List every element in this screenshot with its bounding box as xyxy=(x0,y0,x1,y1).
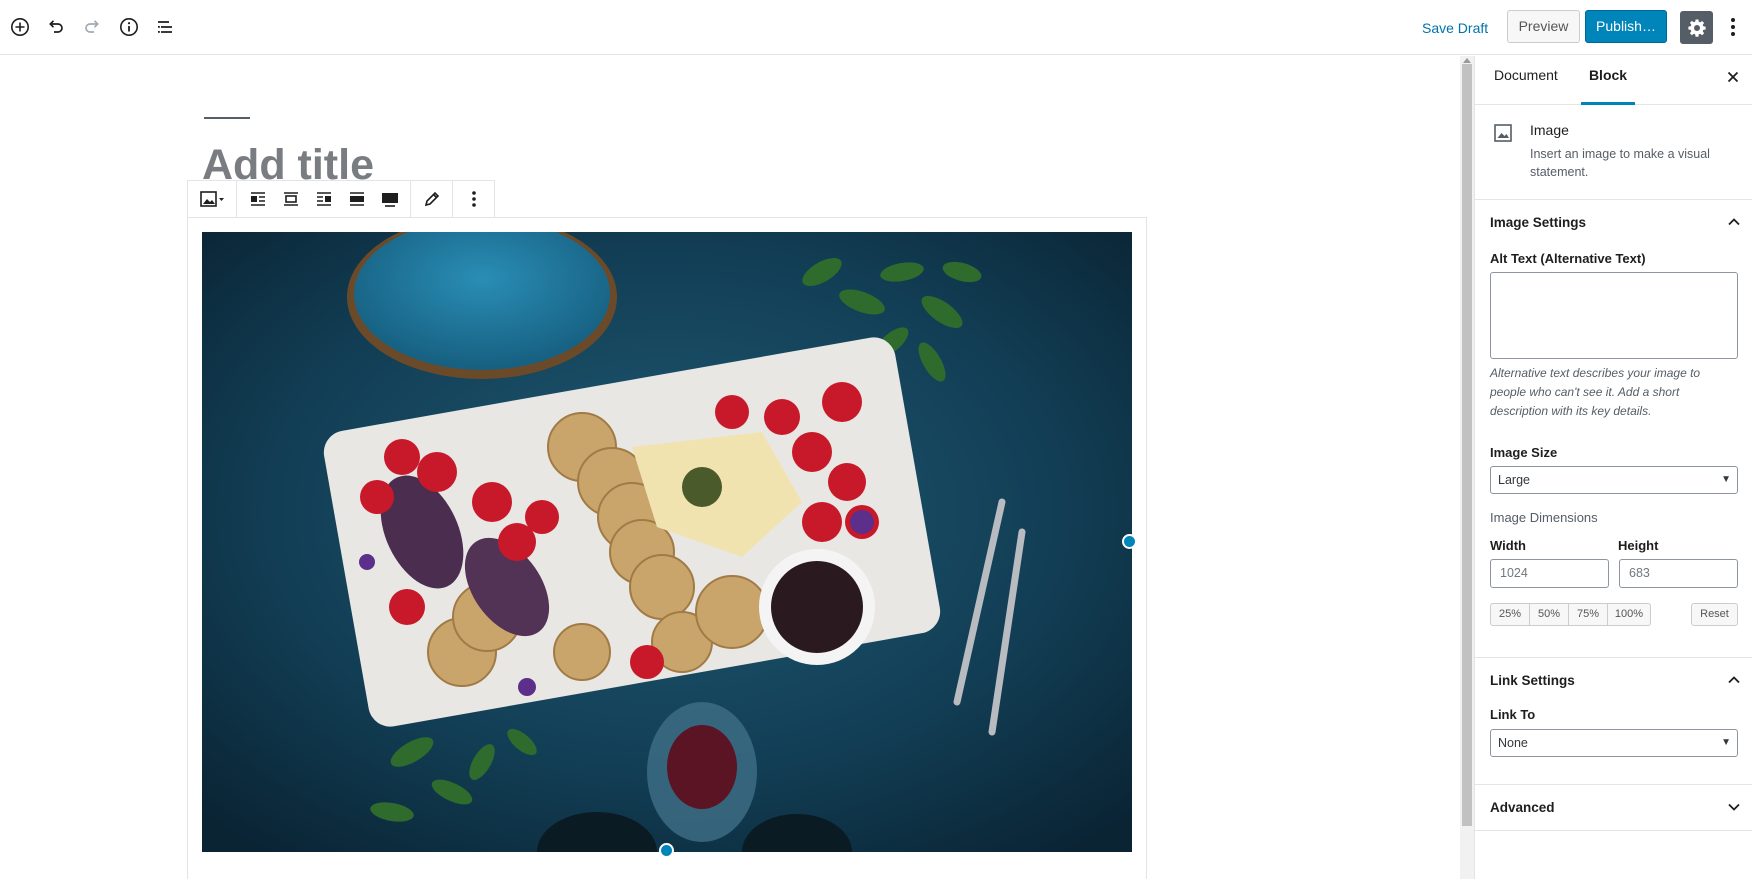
reset-button[interactable]: Reset xyxy=(1691,603,1738,626)
image-settings-toggle[interactable]: Image Settings xyxy=(1475,200,1752,246)
chevron-down-icon: ▼ xyxy=(1721,737,1731,748)
percent-25-button[interactable]: 25% xyxy=(1490,603,1530,626)
image-dimensions-label: Image Dimensions xyxy=(1490,510,1598,525)
add-block-icon[interactable] xyxy=(6,13,34,41)
chevron-down-icon: ▼ xyxy=(1721,474,1731,485)
edit-pencil-icon[interactable] xyxy=(415,181,448,217)
advanced-toggle[interactable]: Advanced xyxy=(1475,785,1752,831)
alt-text-help: Alternative text describes your image to… xyxy=(1490,366,1701,418)
edit-group xyxy=(411,181,453,217)
percent-75-button[interactable]: 75% xyxy=(1568,603,1608,626)
image-settings-title: Image Settings xyxy=(1490,215,1587,230)
settings-toggle-button[interactable] xyxy=(1680,11,1713,44)
redo-icon[interactable] xyxy=(78,13,106,41)
block-card-description: Insert an image to make a visual stateme… xyxy=(1530,147,1710,179)
width-label: Width xyxy=(1490,538,1526,553)
image-icon xyxy=(1493,123,1513,143)
align-full-icon[interactable] xyxy=(373,181,406,217)
link-to-value: None xyxy=(1498,736,1528,750)
sidebar-tabs: Document Block xyxy=(1475,56,1752,105)
close-icon[interactable] xyxy=(1724,68,1742,86)
block-card: Image Insert an image to make a visual s… xyxy=(1475,105,1752,200)
percent-100-button[interactable]: 100% xyxy=(1607,603,1651,626)
scrollbar-thumb[interactable] xyxy=(1462,64,1472,826)
link-to-select[interactable]: None ▼ xyxy=(1490,729,1738,757)
chevron-down-icon xyxy=(1728,803,1740,811)
more-options-group xyxy=(453,181,494,217)
link-settings-toggle[interactable]: Link Settings xyxy=(1475,658,1752,704)
align-left-icon[interactable] xyxy=(241,181,274,217)
percent-button-group: 25% 50% 75% 100% xyxy=(1490,603,1651,626)
link-settings-panel: Link Settings Link To None ▼ xyxy=(1475,658,1752,785)
alt-text-textarea[interactable] xyxy=(1490,272,1738,359)
more-menu-icon[interactable] xyxy=(1725,13,1741,41)
advanced-title: Advanced xyxy=(1490,800,1555,815)
block-switcher-group xyxy=(188,181,237,217)
more-options-icon[interactable] xyxy=(457,181,490,217)
width-input[interactable]: 1024 xyxy=(1490,559,1609,588)
image-preview[interactable] xyxy=(202,232,1132,852)
link-settings-title: Link Settings xyxy=(1490,673,1575,688)
block-navigation-icon[interactable] xyxy=(151,13,179,41)
align-center-icon[interactable] xyxy=(274,181,307,217)
tab-document[interactable]: Document xyxy=(1494,56,1558,105)
save-draft-button[interactable]: Save Draft xyxy=(1416,14,1494,42)
link-to-label: Link To xyxy=(1490,707,1536,722)
editor-canvas: Add title xyxy=(0,56,1460,879)
gear-icon xyxy=(1687,19,1706,37)
block-card-title: Image xyxy=(1530,122,1569,138)
food-platter-image xyxy=(202,232,1132,852)
publish-button[interactable]: Publish… xyxy=(1585,10,1667,43)
advanced-panel: Advanced xyxy=(1475,785,1752,831)
height-input[interactable]: 683 xyxy=(1619,559,1738,588)
alignment-group xyxy=(237,181,411,217)
image-size-label: Image Size xyxy=(1490,445,1558,460)
settings-sidebar: Document Block Image Insert an image to … xyxy=(1474,56,1752,879)
align-right-icon[interactable] xyxy=(307,181,340,217)
editor-scrollbar[interactable] xyxy=(1460,56,1474,879)
alt-text-label: Alt Text (Alternative Text) xyxy=(1490,251,1646,266)
percent-50-button[interactable]: 50% xyxy=(1529,603,1569,626)
undo-icon[interactable] xyxy=(42,13,70,41)
resize-handle-bottom[interactable] xyxy=(659,843,674,858)
chevron-up-icon xyxy=(1728,218,1740,226)
chevron-up-icon xyxy=(1728,676,1740,684)
preview-button[interactable]: Preview xyxy=(1507,10,1580,43)
resize-handle-right[interactable] xyxy=(1122,534,1137,549)
image-settings-panel: Image Settings Alt Text (Alternative Tex… xyxy=(1475,200,1752,658)
height-label: Height xyxy=(1618,538,1659,553)
tab-block[interactable]: Block xyxy=(1581,56,1635,105)
image-size-value: Large xyxy=(1498,473,1530,487)
block-toolbar xyxy=(187,180,495,218)
info-icon[interactable] xyxy=(115,13,143,41)
scroll-up-arrow-icon[interactable] xyxy=(1463,58,1471,63)
image-size-select[interactable]: Large ▼ xyxy=(1490,466,1738,494)
image-block-icon[interactable] xyxy=(192,181,232,217)
title-separator xyxy=(204,117,250,119)
align-wide-icon[interactable] xyxy=(340,181,373,217)
editor-header: Save Draft Preview Publish… xyxy=(0,0,1752,55)
